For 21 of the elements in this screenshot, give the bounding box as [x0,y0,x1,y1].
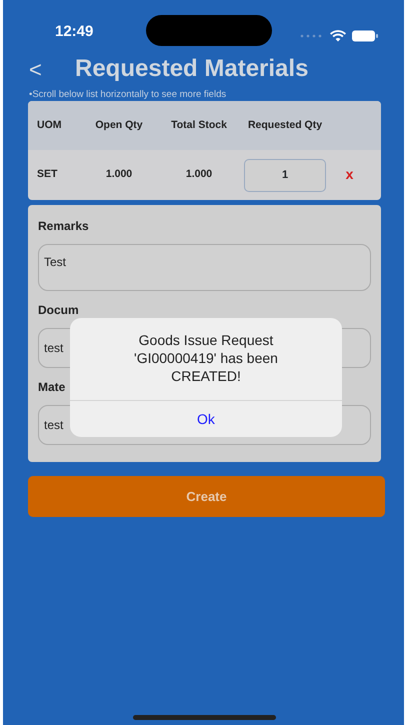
signal-icon [300,34,324,38]
field-label: Remarks [38,218,90,235]
table-cell-text: 1.000 [184,167,214,182]
hint-text: •Scroll below list horizontally to see more fields [28,88,228,101]
table-cell-text: SET [36,167,58,182]
text-field[interactable]: Test [38,244,371,291]
column-header: Open Qty [94,118,144,133]
table-cell-text: 1.000 [104,167,134,182]
back-button[interactable]: < [29,52,75,86]
alert-message: Goods Issue Request 'GI00000419' has been CREATED! [133,331,279,386]
quantity-field[interactable]: 1 [244,158,326,192]
battery-icon [352,30,378,42]
field-label: Mate [38,379,66,396]
status-time: 12:49 [55,23,94,40]
field-label: Docum [38,302,80,319]
page-title: Requested Materials [75,54,308,84]
column-header: UOM [36,118,62,133]
column-header: Requested Qty [246,118,324,133]
wifi-icon [330,30,346,42]
ok-button[interactable]: Ok [70,400,342,437]
column-header: Total Stock [170,118,228,133]
